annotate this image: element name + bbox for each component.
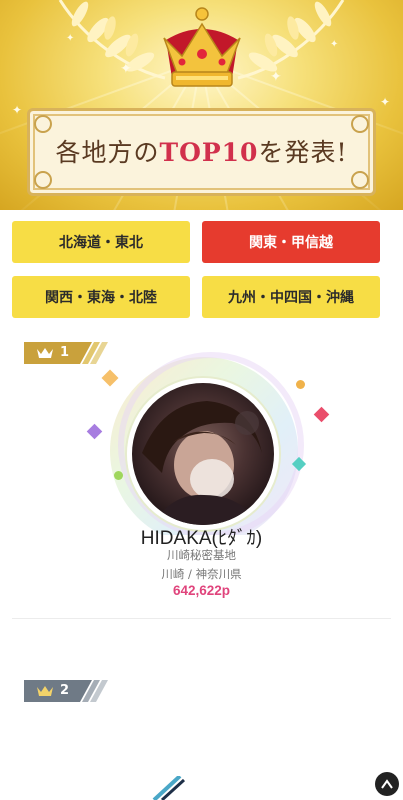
rank-badge-1: 1 bbox=[24, 342, 110, 364]
laurel-left-icon bbox=[58, 0, 166, 80]
scroll-top-button[interactable] bbox=[375, 772, 399, 796]
crown-icon bbox=[37, 348, 53, 358]
sparkle-icon: ✦ bbox=[330, 39, 339, 50]
scroll-top-icon bbox=[381, 779, 393, 789]
sparkle-icon: ✦ bbox=[12, 103, 23, 117]
region-button-hokkaido-tohoku[interactable]: 北海道・東北 bbox=[12, 221, 190, 263]
crown-icon bbox=[163, 7, 241, 87]
title-plaque: 各地方のTOP10を発表! bbox=[27, 108, 376, 196]
laurel-right-icon bbox=[237, 0, 345, 80]
sparkle-icon: ✦ bbox=[270, 69, 282, 85]
points-value: 642,622p bbox=[172, 583, 231, 598]
sparkle-icon: ✦ bbox=[66, 33, 75, 44]
rank-number: 2 bbox=[60, 683, 70, 698]
sparkle-icon: ✦ bbox=[380, 95, 391, 109]
area-name: 川崎 / 神奈川県 bbox=[161, 567, 242, 581]
crown-icon bbox=[37, 686, 53, 696]
region-button-kansai-tokai-hokuriku[interactable]: 関西・東海・北陸 bbox=[12, 276, 190, 318]
confetti-icon bbox=[313, 406, 330, 423]
confetti-icon bbox=[114, 471, 123, 480]
rank-badge-2: 2 bbox=[24, 680, 110, 702]
sparkle-icon: ✦ bbox=[120, 61, 132, 77]
rank-number: 1 bbox=[60, 345, 70, 360]
confetti-icon bbox=[86, 423, 103, 440]
page-title: 各地方のTOP10を発表! bbox=[55, 138, 348, 167]
section-divider bbox=[12, 618, 391, 619]
region-button-kanto-koshinetsu[interactable]: 関東・甲信越 bbox=[202, 221, 380, 263]
region-button-kyushu-chushikoku-okinawa[interactable]: 九州・中四国・沖縄 bbox=[202, 276, 380, 318]
confetti-icon bbox=[296, 380, 305, 389]
cast-avatar[interactable] bbox=[127, 378, 279, 530]
cast-name[interactable]: HIDAKA(ﾋﾀﾞｶ) bbox=[0, 523, 403, 550]
avatar-ring-decoration bbox=[152, 776, 186, 800]
avatar-photo-image bbox=[142, 401, 262, 525]
shop-name[interactable]: 川崎秘密基地 bbox=[0, 547, 403, 563]
ranking-banner: ✦ ✦ ✦ ✦ ✦ ✦ 各地方のTOP10を発表! bbox=[0, 0, 403, 210]
